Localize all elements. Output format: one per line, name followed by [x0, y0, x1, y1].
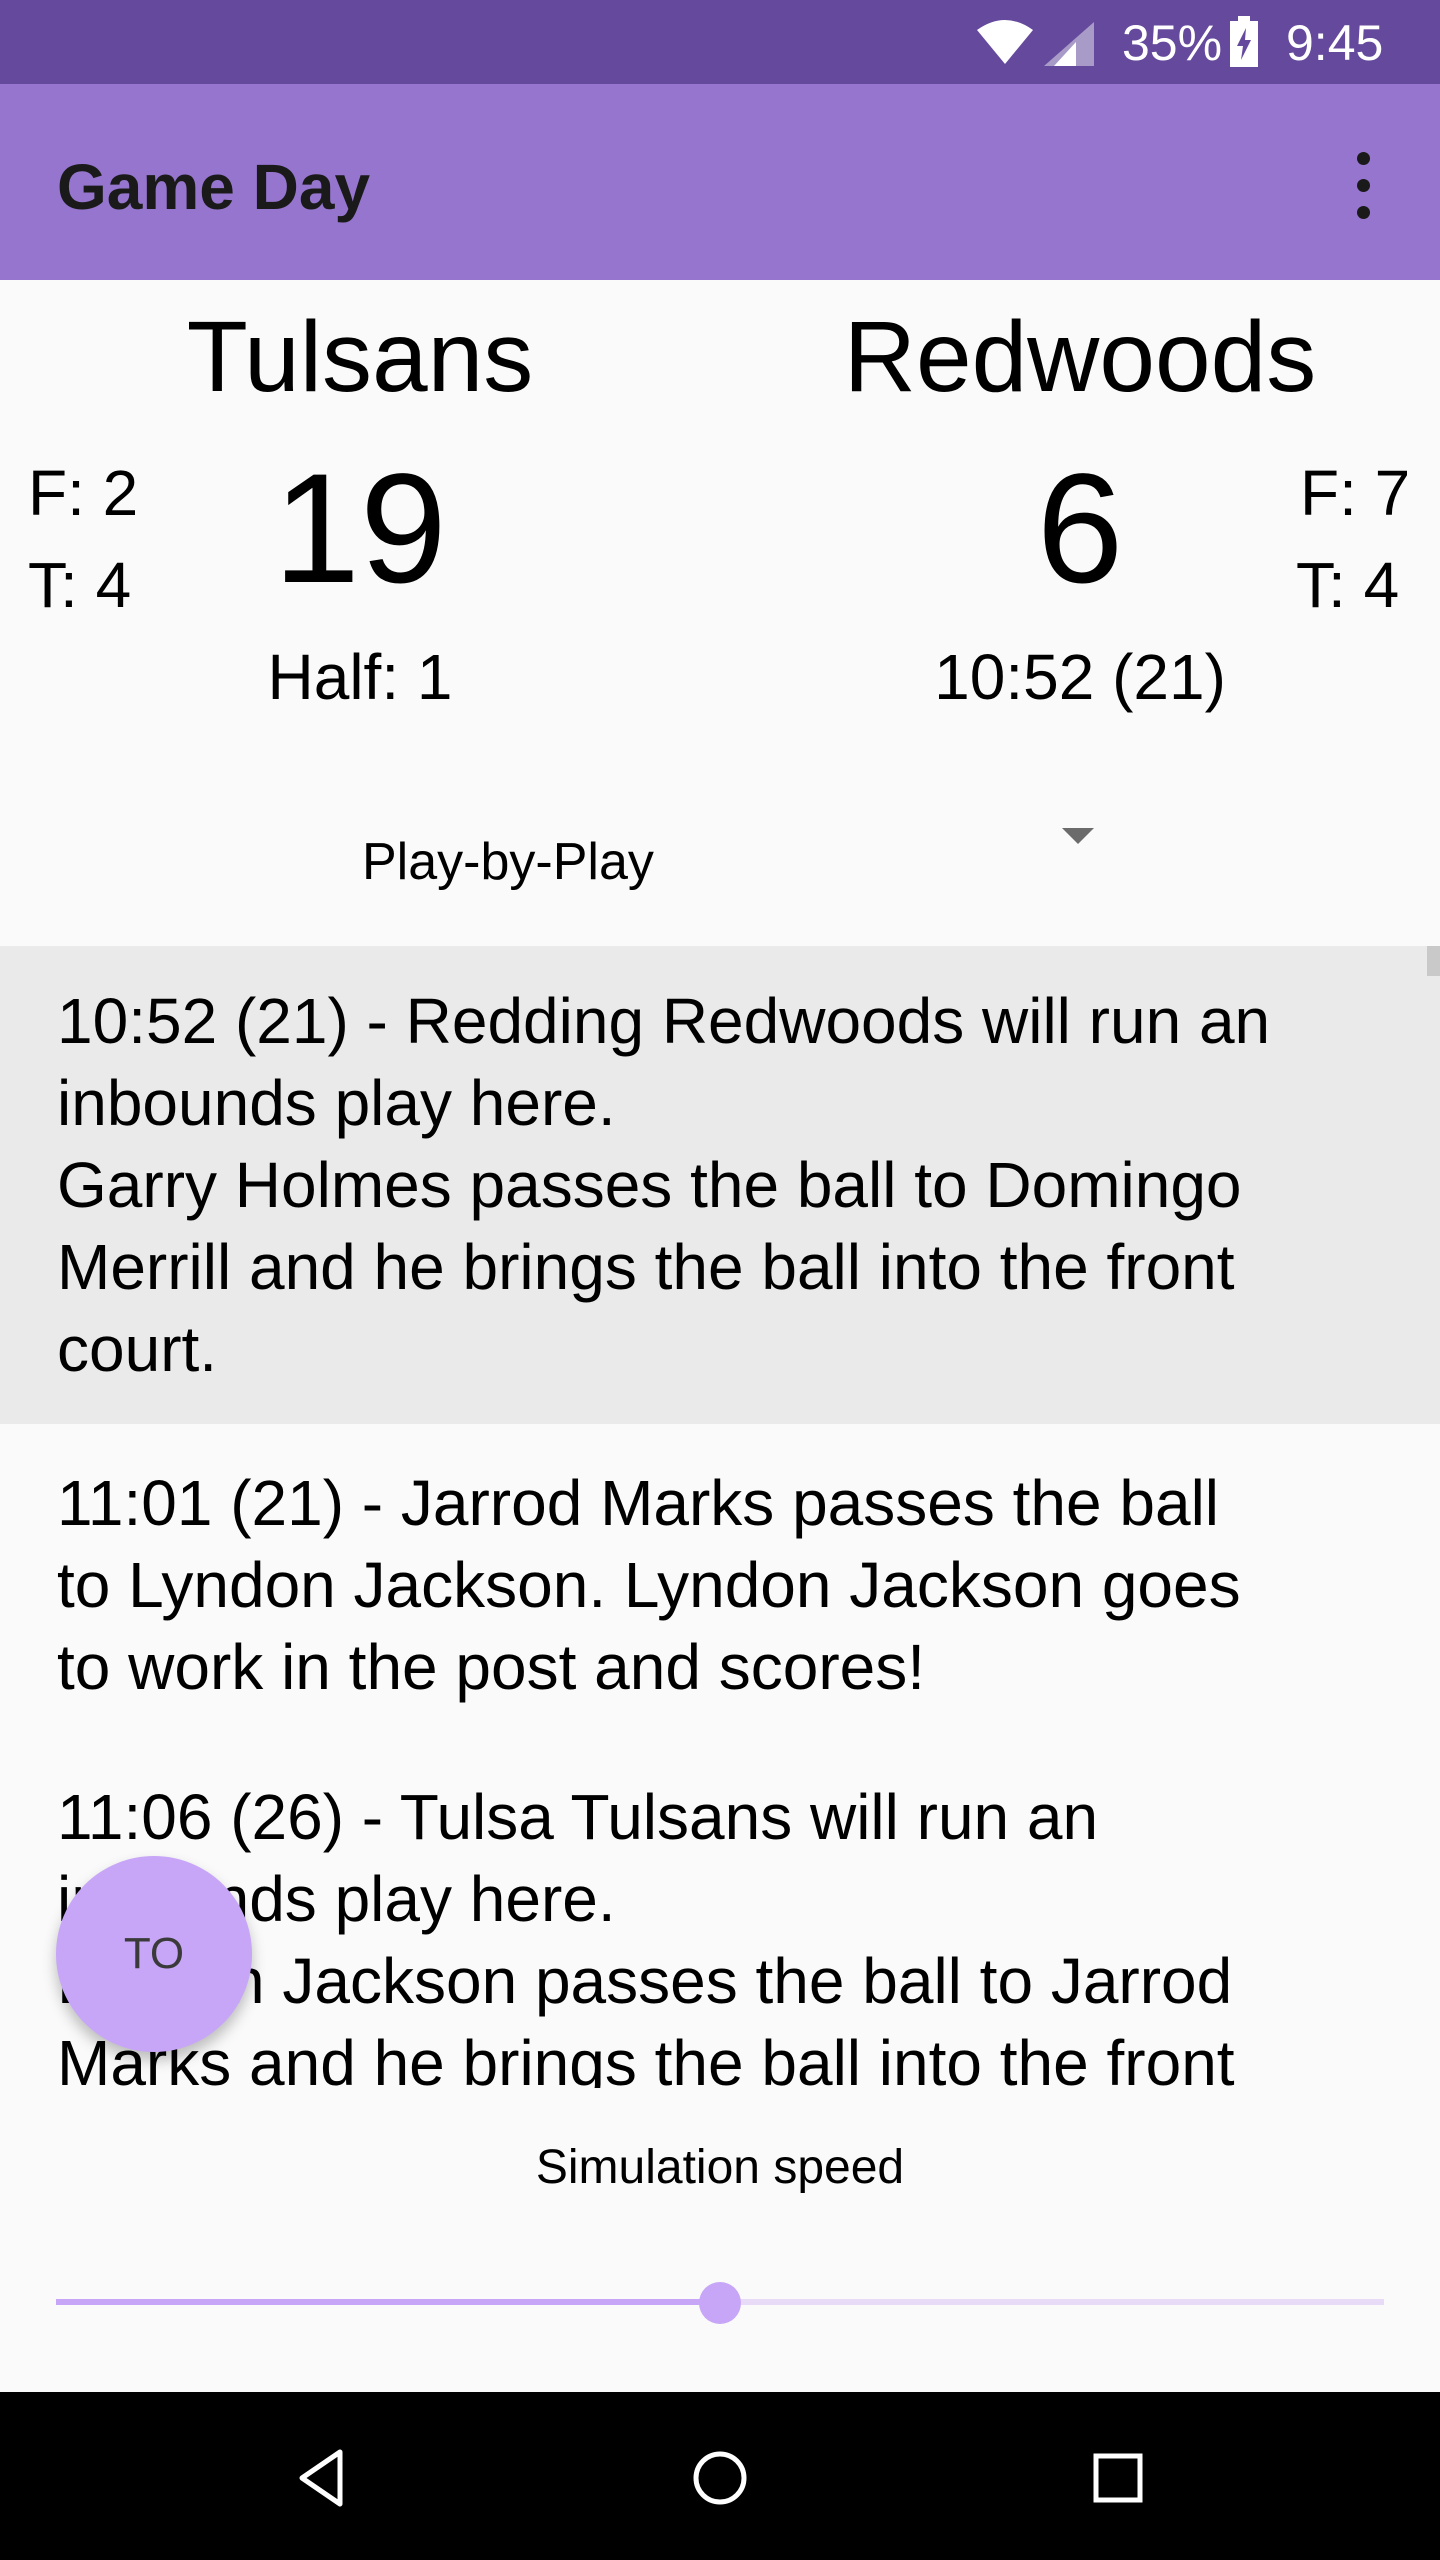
home-icon[interactable]	[688, 2446, 752, 2510]
game-clock: 10:52 (21)	[934, 641, 1226, 713]
slider-fill	[56, 2299, 720, 2305]
away-team-score: 6	[1036, 442, 1124, 616]
back-icon[interactable]	[290, 2446, 354, 2510]
home-team-fouls: F: 2	[28, 457, 139, 529]
home-team-timeouts: T: 4	[28, 549, 132, 621]
away-team-fouls: F: 7	[1300, 457, 1411, 529]
list-item: 10:52 (21) - Redding Redwoods will run a…	[0, 946, 1440, 1424]
status-bar: 35% 9:45	[0, 0, 1440, 84]
home-team-score: 19	[273, 442, 447, 616]
more-options-button[interactable]	[1336, 150, 1392, 222]
wifi-icon	[977, 20, 1033, 64]
dropdown-arrow-icon	[1062, 828, 1094, 844]
clock: 9:45	[1286, 15, 1384, 71]
away-team-name: Redwoods	[843, 301, 1317, 413]
navigation-bar	[0, 2392, 1440, 2560]
recents-icon[interactable]	[1086, 2446, 1150, 2510]
slider-thumb[interactable]	[699, 2282, 741, 2324]
timeout-button[interactable]: TO	[56, 1856, 252, 2052]
simulation-speed-label: Simulation speed	[535, 2141, 905, 2194]
app-bar: Game Day	[0, 84, 1440, 280]
view-selector-label: Play-by-Play	[362, 833, 654, 891]
away-team-timeouts: T: 4	[1296, 549, 1400, 621]
battery-charging-icon	[1230, 16, 1258, 67]
scrollbar-thumb[interactable]	[1427, 946, 1440, 976]
game-half: Half: 1	[267, 641, 453, 713]
home-team-name: Tulsans	[186, 301, 534, 413]
app-title: Game Day	[57, 151, 371, 223]
list-item: 11:01 (21) - Jarrod Marks passes the bal…	[57, 1467, 1241, 1703]
cell-signal-icon	[1044, 22, 1094, 66]
battery-percentage: 35%	[1122, 15, 1223, 71]
